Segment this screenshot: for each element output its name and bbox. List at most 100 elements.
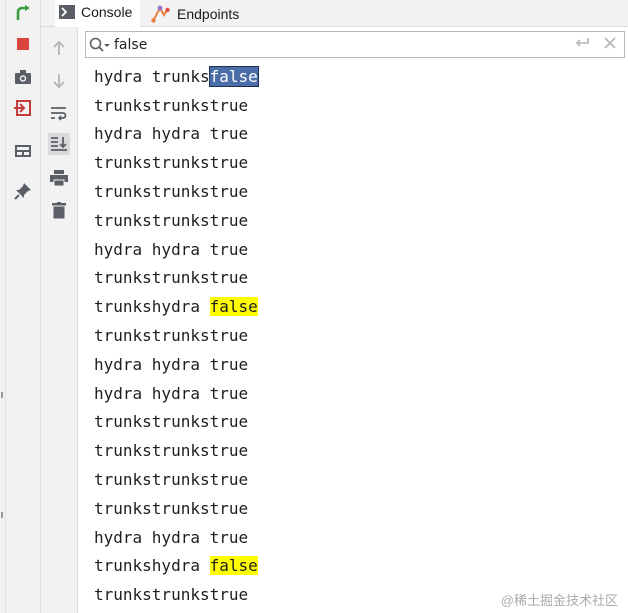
console-word: trunks <box>151 268 210 288</box>
console-value: true <box>209 326 249 346</box>
console-line: hydra hydra true <box>94 120 624 149</box>
camera-icon[interactable] <box>12 66 34 88</box>
console-word: trunks <box>94 412 152 432</box>
exit-icon[interactable] <box>12 97 34 119</box>
console-word: hydra <box>94 527 152 547</box>
console-line: hydra hydra true <box>94 523 624 552</box>
run-toolbar <box>6 0 41 613</box>
console-word: trunks <box>151 66 210 86</box>
console-word: trunks <box>94 268 152 288</box>
console-line: trunks trunks true <box>94 148 624 177</box>
endpoints-icon <box>151 5 171 23</box>
console-word: trunks <box>151 498 210 518</box>
console-word: trunks <box>151 153 210 173</box>
console-line: hydra hydra true <box>94 350 624 379</box>
console-word: hydra <box>151 383 210 403</box>
console-word: trunks <box>94 210 152 230</box>
rerun-icon[interactable] <box>12 3 34 25</box>
trash-icon[interactable] <box>48 199 70 221</box>
search-bar <box>85 31 625 58</box>
layout-icon[interactable] <box>12 140 34 162</box>
stop-icon[interactable] <box>12 33 34 55</box>
console-line: trunks trunks true <box>94 321 624 350</box>
console-line: trunks trunks true <box>94 408 624 437</box>
search-match: false <box>208 65 259 87</box>
tab-endpoints[interactable]: Endpoints <box>151 0 239 27</box>
console-value: true <box>209 210 249 230</box>
console-word: hydra <box>151 527 210 547</box>
console-value: true <box>209 585 249 605</box>
console-value: true <box>209 95 249 115</box>
pin-icon[interactable] <box>12 180 34 202</box>
console-value: true <box>209 239 249 259</box>
console-value: true <box>209 354 249 374</box>
console-word: trunks <box>94 556 152 576</box>
console-word: hydra <box>94 66 152 86</box>
console-word: trunks <box>94 585 152 605</box>
clear-search-icon[interactable] <box>604 36 616 54</box>
console-word: hydra <box>151 239 210 259</box>
new-line-icon[interactable] <box>574 36 590 54</box>
arrow-down-icon[interactable] <box>48 70 70 92</box>
tab-bar: Console Endpoints <box>41 0 628 27</box>
console-word: trunks <box>151 326 210 346</box>
console-toolbar <box>41 27 78 613</box>
console-line: trunks trunks true <box>94 465 624 494</box>
console-line: hydra hydra true <box>94 379 624 408</box>
console-word: hydra <box>151 124 210 144</box>
console-line: trunks trunks true <box>94 494 624 523</box>
console-word: trunks <box>151 210 210 230</box>
search-match: false <box>209 297 258 317</box>
console-word: trunks <box>94 498 152 518</box>
tab-console[interactable]: Console <box>55 0 141 27</box>
console-line: trunks hydra false <box>94 292 624 321</box>
console-word: trunks <box>151 182 210 202</box>
search-input[interactable] <box>114 33 574 56</box>
console-word: trunks <box>151 412 210 432</box>
console-word: trunks <box>94 182 152 202</box>
console-value: true <box>209 268 249 288</box>
console-value: true <box>209 441 249 461</box>
console-value: true <box>209 412 249 432</box>
console-line: trunks trunks true <box>94 264 624 293</box>
console-word: trunks <box>94 95 152 115</box>
console-word: trunks <box>94 326 152 346</box>
console-word: trunks <box>94 441 152 461</box>
print-icon[interactable] <box>48 167 70 189</box>
console-line: hydra hydra true <box>94 235 624 264</box>
console-word: trunks <box>94 153 152 173</box>
watermark: @稀土掘金技术社区 <box>500 593 618 608</box>
console-word: trunks <box>151 441 210 461</box>
console-line: trunks trunks true <box>94 436 624 465</box>
console-line: trunks trunks true <box>94 91 624 120</box>
console-value: true <box>209 383 249 403</box>
soft-wrap-icon[interactable] <box>48 102 70 124</box>
console-word: trunks <box>94 297 152 317</box>
console-word: hydra <box>94 124 152 144</box>
console-value: true <box>209 182 249 202</box>
search-icon[interactable] <box>86 32 114 57</box>
console-value: true <box>209 124 249 144</box>
console-line: trunks hydra false <box>94 552 624 581</box>
console-word: hydra <box>151 297 210 317</box>
console-line: hydra trunks false <box>94 62 624 91</box>
console-output: hydra trunks false trunks trunks true hydr… <box>94 62 624 609</box>
search-match: false <box>209 556 258 576</box>
console-icon <box>59 5 75 19</box>
arrow-up-icon[interactable] <box>48 37 70 59</box>
console-value: true <box>209 527 249 547</box>
console-line: trunks trunks true <box>94 206 624 235</box>
console-word: trunks <box>94 470 152 490</box>
console-word: trunks <box>151 470 210 490</box>
console-word: trunks <box>151 95 210 115</box>
console-value: true <box>209 470 249 490</box>
console-word: hydra <box>151 354 210 374</box>
console-word: hydra <box>94 354 152 374</box>
console-word: hydra <box>151 556 210 576</box>
tab-console-label: Console <box>81 4 133 20</box>
scroll-to-end-icon[interactable] <box>48 133 70 155</box>
console-word: hydra <box>94 383 152 403</box>
tab-endpoints-label: Endpoints <box>177 5 240 22</box>
console-value: true <box>209 498 249 518</box>
console-line: trunks trunks true <box>94 177 624 206</box>
